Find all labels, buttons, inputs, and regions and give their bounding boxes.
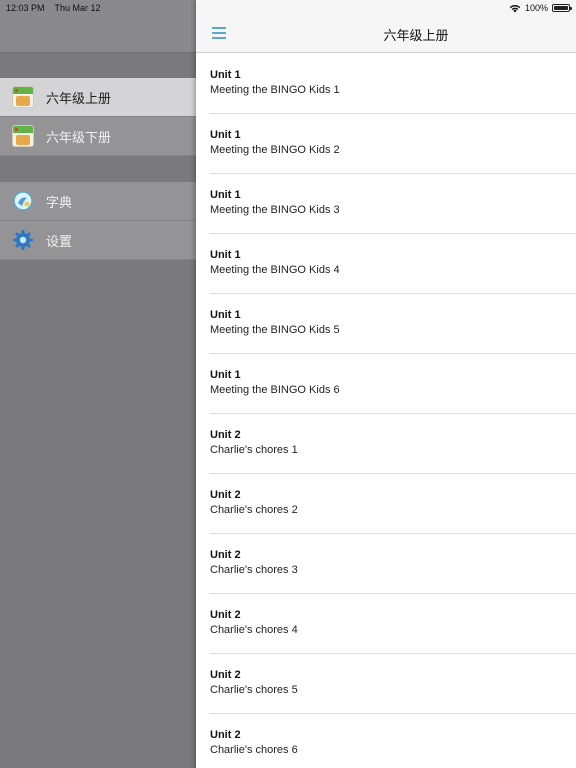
menu-item-label: 设置 <box>46 233 73 249</box>
lesson-title: Charlie's chores 4 <box>210 624 298 636</box>
lesson-title: Meeting the BINGO Kids 6 <box>210 384 340 396</box>
lesson-row[interactable]: Unit 2 Charlie's chores 6 <box>196 714 576 768</box>
tools-list: 字典 设置 <box>0 182 196 260</box>
side-menu: 六年级上册 六年级下册 字典 设置 <box>0 0 196 768</box>
book-list: 六年级上册 六年级下册 <box>0 78 196 156</box>
lesson-unit: Unit 1 <box>210 129 241 141</box>
lesson-row[interactable]: Unit 2 Charlie's chores 5 <box>196 654 576 714</box>
lesson-unit: Unit 2 <box>210 429 241 441</box>
lesson-unit: Unit 1 <box>210 249 241 261</box>
battery-percent: 100% <box>524 3 548 13</box>
lesson-title: Meeting the BINGO Kids 3 <box>210 204 340 216</box>
lesson-row[interactable]: Unit 2 Charlie's chores 4 <box>196 594 576 654</box>
dictionary-icon <box>13 191 33 211</box>
lesson-row[interactable]: Unit 2 Charlie's chores 1 <box>196 414 576 474</box>
lesson-row[interactable]: Unit 1 Meeting the BINGO Kids 6 <box>196 354 576 414</box>
lesson-row[interactable]: Unit 1 Meeting the BINGO Kids 5 <box>196 294 576 354</box>
hamburger-icon[interactable] <box>212 27 226 39</box>
menu-item-label: 六年级下册 <box>46 129 112 145</box>
lesson-unit: Unit 1 <box>210 189 241 201</box>
status-bar: 12:03 PM Thu Mar 12 100% <box>0 0 576 16</box>
lesson-unit: Unit 2 <box>210 729 241 741</box>
lesson-title: Meeting the BINGO Kids 2 <box>210 144 340 156</box>
lesson-title: Charlie's chores 3 <box>210 564 298 576</box>
menu-item-grade6-first-term[interactable]: 六年级上册 <box>0 78 196 117</box>
status-time: 12:03 PM <box>6 3 45 13</box>
lesson-row[interactable]: Unit 2 Charlie's chores 3 <box>196 534 576 594</box>
lesson-unit: Unit 2 <box>210 669 241 681</box>
lesson-unit: Unit 1 <box>210 369 241 381</box>
lesson-row[interactable]: Unit 1 Meeting the BINGO Kids 4 <box>196 234 576 294</box>
lesson-unit: Unit 1 <box>210 309 241 321</box>
book-cover-icon <box>12 125 34 147</box>
content-panel: 六年级上册 Unit 1 Meeting the BINGO Kids 1 Unit… <box>196 0 576 768</box>
lesson-title: Meeting the BINGO Kids 1 <box>210 84 340 96</box>
gear-icon <box>13 230 33 250</box>
lesson-title: Charlie's chores 2 <box>210 504 298 516</box>
lesson-title: Meeting the BINGO Kids 4 <box>210 264 340 276</box>
lesson-unit: Unit 2 <box>210 609 241 621</box>
page-title: 六年级上册 <box>383 28 449 43</box>
menu-item-grade6-second-term[interactable]: 六年级下册 <box>0 117 196 156</box>
lesson-list: Unit 1 Meeting the BINGO Kids 1 Unit 1 Meet… <box>196 54 576 768</box>
menu-item-dictionary[interactable]: 字典 <box>0 182 196 221</box>
wifi-icon <box>509 4 521 12</box>
lesson-title: Charlie's chores 5 <box>210 684 298 696</box>
menu-item-label: 字典 <box>46 194 73 210</box>
lesson-title: Meeting the BINGO Kids 5 <box>210 324 340 336</box>
battery-icon <box>552 4 572 12</box>
lesson-title: Charlie's chores 6 <box>210 744 298 756</box>
lesson-row[interactable]: Unit 1 Meeting the BINGO Kids 2 <box>196 114 576 174</box>
menu-item-label: 六年级上册 <box>46 90 112 106</box>
lesson-unit: Unit 2 <box>210 489 241 501</box>
lesson-title: Charlie's chores 1 <box>210 444 298 456</box>
lesson-unit: Unit 1 <box>210 69 241 81</box>
lesson-unit: Unit 2 <box>210 549 241 561</box>
book-cover-icon <box>12 86 34 108</box>
lesson-row[interactable]: Unit 1 Meeting the BINGO Kids 3 <box>196 174 576 234</box>
lesson-row[interactable]: Unit 2 Charlie's chores 2 <box>196 474 576 534</box>
menu-item-settings[interactable]: 设置 <box>0 221 196 260</box>
status-date: Thu Mar 12 <box>54 3 101 13</box>
lesson-row[interactable]: Unit 1 Meeting the BINGO Kids 1 <box>196 54 576 114</box>
